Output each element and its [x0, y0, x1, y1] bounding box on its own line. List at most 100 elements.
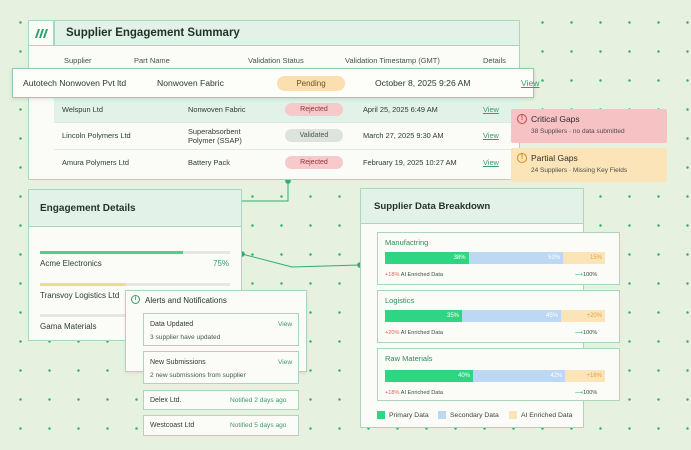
breakdown-segment[interactable]: Manufactring 38% 53% 15% +18% AI Enriche…: [377, 232, 620, 285]
stacked-bar: 38% 53% 15%: [385, 252, 605, 264]
engagement-supplier: Acme Electronics: [40, 259, 102, 268]
col-header-supplier: Supplier: [64, 56, 92, 65]
part-name: Battery Pack: [188, 158, 230, 167]
part-name-line2: Polymer (SSAP): [188, 136, 242, 145]
gap-count: 24 Suppliers · Missing Key Fields: [531, 167, 628, 174]
part-name: Nonwoven Fabric: [188, 105, 246, 114]
segment-title: Manufactring: [385, 238, 429, 247]
arrow-right-icon: ⟶: [575, 390, 584, 396]
legend-label: AI Enriched Data: [521, 412, 573, 419]
notice-time: Notified 5 days ago: [230, 422, 287, 429]
primary-data-segment: 40%: [385, 370, 473, 382]
ai-data-segment: 15%: [563, 252, 605, 264]
stacked-bar: 40% 42% +18%: [385, 370, 605, 382]
legend-swatch-primary: [377, 411, 385, 419]
alert-item[interactable]: Data Updated 3 supplier have updated Vie…: [143, 313, 299, 346]
secondary-data-segment: 45%: [462, 310, 561, 322]
enrich-note: +20% AI Enriched Data: [385, 330, 444, 336]
alert-title: Data Updated: [150, 321, 194, 328]
supplier-name: Amura Polymers Ltd: [62, 158, 129, 167]
segment-title: Logistics: [385, 296, 415, 305]
ai-data-segment: +20%: [561, 310, 605, 322]
progress-track: [40, 314, 125, 317]
status-badge: Rejected: [285, 103, 343, 116]
partial-gaps-card[interactable]: ! Partial Gaps 24 Suppliers · Missing Ke…: [511, 148, 667, 182]
logo-icon: [35, 29, 48, 38]
stacked-bar: 35% 45% +20%: [385, 310, 605, 322]
app-logo: [28, 20, 54, 46]
timestamp: February 19, 2025 10:27 AM: [363, 158, 457, 167]
progress-fill: [40, 283, 126, 286]
part-name-line1: Superabsorbent: [188, 127, 241, 136]
summary-title: Supplier Engagement Summary: [66, 27, 240, 39]
engagement-percent: 75%: [213, 259, 230, 268]
alert-item[interactable]: New Submissions 2 new submissions from s…: [143, 351, 299, 384]
warning-icon: !: [517, 153, 527, 163]
total-label: ⟶100%: [575, 330, 598, 336]
supplier-name: Autotech Nonwoven Pvt ltd: [23, 78, 127, 88]
alert-sub: 3 supplier have updated: [150, 334, 221, 341]
progress-track: [40, 251, 230, 254]
breakdown-title: Supplier Data Breakdown: [374, 201, 491, 212]
view-details-link[interactable]: View: [483, 158, 499, 167]
alerts-title: Alerts and Notifications: [145, 296, 227, 305]
table-row-highlighted[interactable]: Autotech Nonwoven Pvt ltd Nonwoven Fabri…: [12, 68, 539, 98]
notice-name: Delex Ltd.: [150, 397, 182, 404]
legend-swatch-ai: [509, 411, 517, 419]
legend-label: Secondary Data: [450, 412, 499, 419]
arrow-right-icon: ⟶: [575, 272, 584, 278]
supplier-name: Welspun Ltd: [62, 105, 103, 114]
total-label: ⟶100%: [575, 272, 598, 278]
legend-label: Primary Data: [389, 412, 429, 419]
engagement-supplier: Transvoy Logistics Ltd: [40, 291, 120, 300]
legend-swatch-secondary: [438, 411, 446, 419]
notice-item[interactable]: Westcoast Ltd Notified 5 days ago: [143, 415, 299, 436]
arrow-right-icon: ⟶: [575, 330, 584, 336]
gap-title: Critical Gaps: [531, 114, 580, 124]
timestamp: April 25, 2025 6:49 AM: [363, 105, 438, 114]
col-header-validation-status: Validation Status: [248, 56, 304, 65]
primary-data-segment: 38%: [385, 252, 469, 264]
col-header-details: Details: [483, 56, 506, 65]
engagement-supplier: Gama Materials: [40, 322, 97, 331]
notice-time: Notified 2 days ago: [230, 397, 287, 404]
alert-icon: !: [517, 114, 527, 124]
status-badge: Pending: [277, 76, 345, 91]
progress-fill: [40, 251, 183, 254]
progress-track: [40, 283, 230, 286]
enrich-note: +18% AI Enriched Data: [385, 390, 444, 396]
alert-title: New Submissions: [150, 359, 206, 366]
view-details-link[interactable]: View: [483, 131, 499, 140]
status-badge: Rejected: [285, 156, 343, 169]
secondary-data-segment: 53%: [468, 252, 564, 264]
part-name: Nonwoven Fabric: [157, 78, 224, 88]
enrich-note: +18% AI Enriched Data: [385, 272, 444, 278]
view-details-link[interactable]: View: [483, 105, 499, 114]
alert-view-link[interactable]: View: [278, 321, 292, 328]
status-badge: Validated: [285, 129, 343, 142]
supplier-name: Lincoln Polymers Ltd: [62, 131, 131, 140]
total-label: ⟶100%: [575, 390, 598, 396]
critical-gaps-card[interactable]: ! Critical Gaps 38 Suppliers · no data s…: [511, 109, 667, 143]
timestamp: October 8, 2025 9:26 AM: [375, 78, 471, 88]
gap-title: Partial Gaps: [531, 153, 578, 163]
col-header-validation-timestamp: Validation Timestamp (GMT): [345, 56, 440, 65]
info-icon: i: [131, 295, 140, 304]
breakdown-segment[interactable]: Logistics 35% 45% +20% +20% AI Enriched …: [377, 290, 620, 343]
row-divider: [54, 122, 520, 123]
row-divider: [54, 149, 520, 150]
alert-view-link[interactable]: View: [278, 359, 292, 366]
segment-title: Raw Materials: [385, 354, 433, 363]
notice-name: Westcoast Ltd: [150, 422, 195, 429]
col-header-part-name: Part Name: [134, 56, 170, 65]
notice-item[interactable]: Delex Ltd. Notified 2 days ago: [143, 390, 299, 410]
view-details-link[interactable]: View: [521, 78, 539, 88]
primary-data-segment: 35%: [385, 310, 462, 322]
ai-data-segment: +18%: [565, 370, 605, 382]
timestamp: March 27, 2025 9:30 AM: [363, 131, 444, 140]
gap-count: 38 Suppliers · no data submitted: [531, 128, 625, 135]
alert-sub: 2 new submissions from supplier: [150, 372, 246, 379]
breakdown-segment[interactable]: Raw Materials 40% 42% +18% +18% AI Enric…: [377, 348, 620, 401]
secondary-data-segment: 42%: [473, 370, 566, 382]
engagement-title: Engagement Details: [40, 203, 136, 214]
